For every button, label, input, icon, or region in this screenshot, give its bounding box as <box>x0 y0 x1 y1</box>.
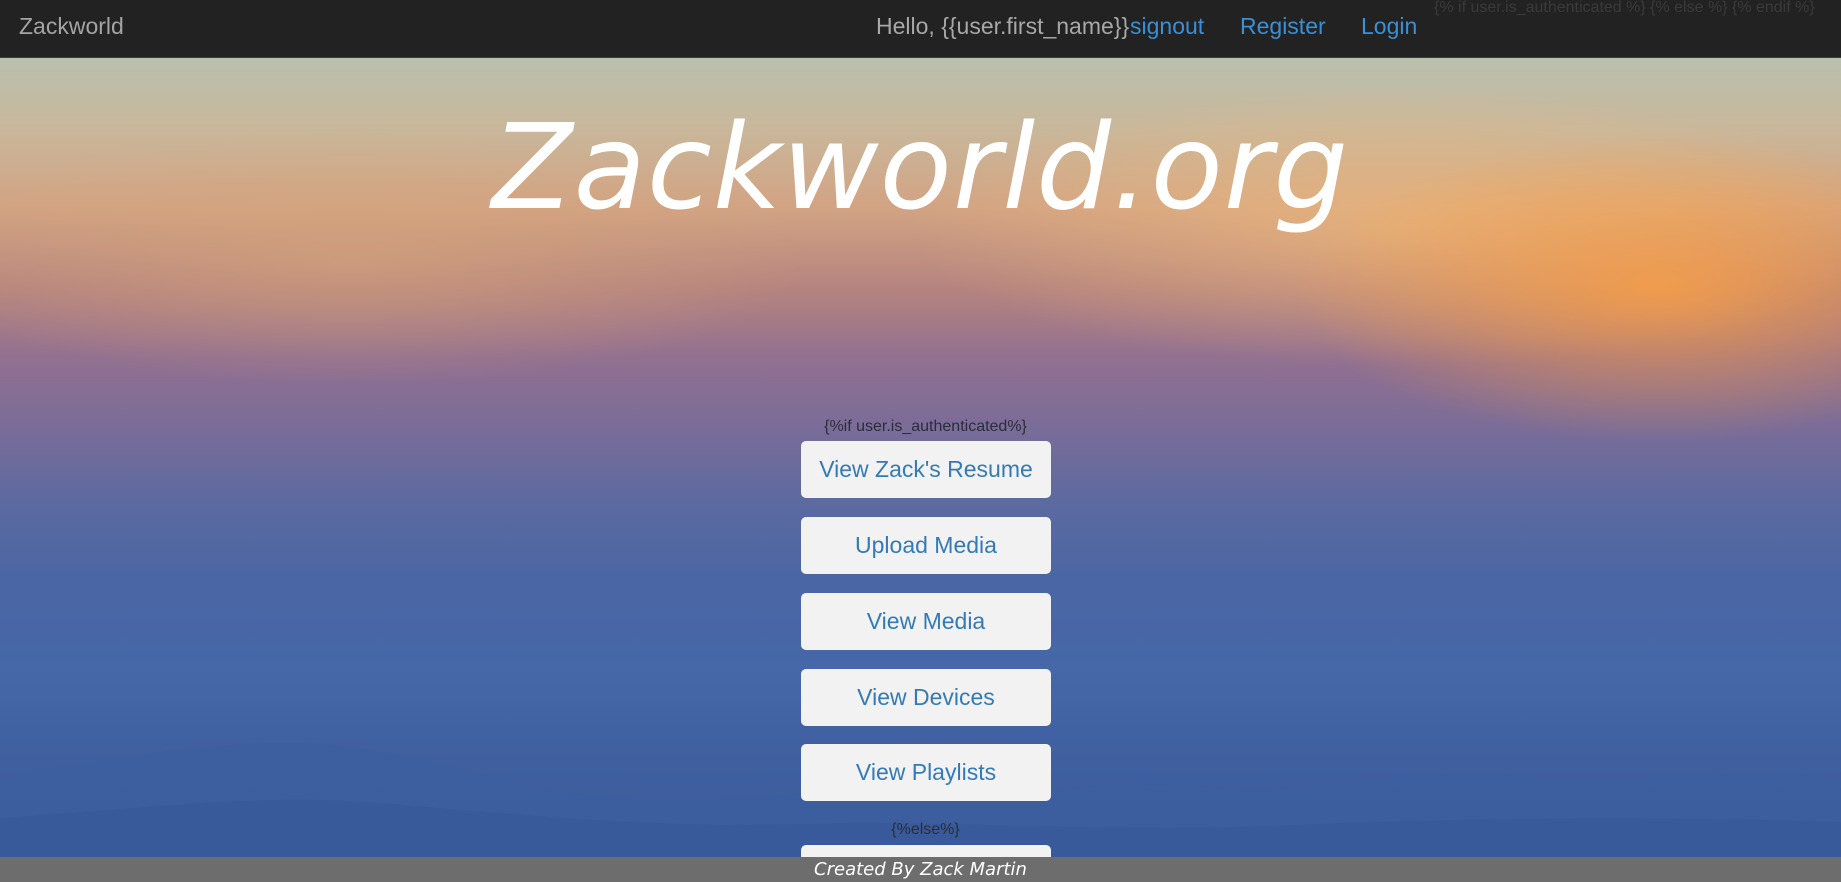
top-navbar: Zackworld Hello, {{user.first_name}} sig… <box>0 0 1841 58</box>
template-if-text: {%if user.is_authenticated%} <box>824 418 1027 435</box>
login-link[interactable]: Login <box>1361 13 1417 40</box>
template-tag-text: {% if user.is_authenticated %} {% else %… <box>1434 0 1815 16</box>
brand-link[interactable]: Zackworld <box>19 13 124 40</box>
template-else-text: {%else%} <box>891 821 960 838</box>
register-link[interactable]: Register <box>1240 13 1326 40</box>
site-title: Zackworld.org <box>491 98 1350 236</box>
view-devices-button[interactable]: View Devices <box>801 669 1051 726</box>
upload-media-button[interactable]: Upload Media <box>801 517 1051 574</box>
greeting-text: Hello, {{user.first_name}} <box>876 13 1130 39</box>
view-resume-button[interactable]: View Zack's Resume <box>801 441 1051 498</box>
view-playlists-button[interactable]: View Playlists <box>801 744 1051 801</box>
view-media-button[interactable]: View Media <box>801 593 1051 650</box>
signout-link[interactable]: signout <box>1130 13 1204 40</box>
footer: Created By Zack Martin <box>0 857 1841 882</box>
footer-credit: Created By Zack Martin <box>814 859 1027 880</box>
